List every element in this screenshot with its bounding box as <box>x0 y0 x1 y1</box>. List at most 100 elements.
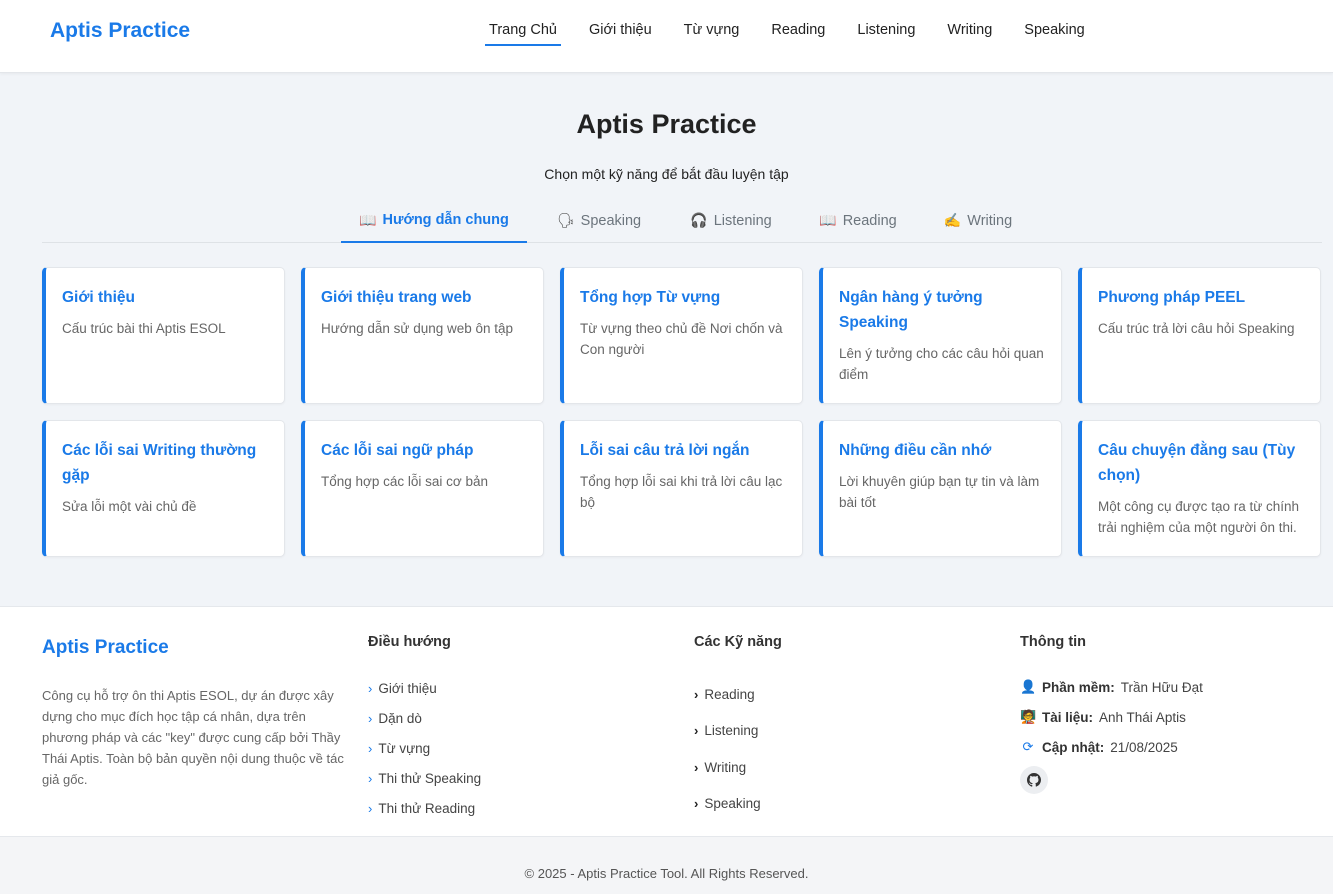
card-peel-method[interactable]: Phương pháp PEEL Cấu trúc trả lời câu hỏ… <box>1078 267 1321 404</box>
card-website-intro[interactable]: Giới thiệu trang web Hướng dẫn sử dụng w… <box>301 267 544 404</box>
card-description: Cấu trúc bài thi Aptis ESOL <box>62 321 226 336</box>
open-book-icon: 📖 <box>359 211 377 228</box>
main-nav: Trang Chủ Giới thiệu Từ vựng Reading Lis… <box>485 22 1089 46</box>
footer-about-text: Công cụ hỗ trợ ôn thi Aptis ESOL, dự án … <box>42 688 344 787</box>
footer-brand: Aptis Practice <box>42 637 169 658</box>
card-writing-mistakes[interactable]: Các lỗi sai Writing thường gặp Sửa lỗi m… <box>42 420 285 557</box>
tab-reading[interactable]: 📖 Reading <box>802 199 914 242</box>
card-title: Lỗi sai câu trả lời ngắn <box>580 442 750 459</box>
footer-nav-link[interactable]: › Dặn dò <box>368 703 481 733</box>
page-subtitle: Chọn một kỹ năng để bắt đầu luyện tập <box>544 166 789 182</box>
footer-skill-link[interactable]: › Writing <box>694 749 761 786</box>
card-title: Các lỗi sai Writing thường gặp <box>62 442 257 484</box>
footer-skill-link[interactable]: › Speaking <box>694 786 761 823</box>
chevron-right-icon: › <box>694 796 699 812</box>
tab-label: Speaking <box>580 212 642 229</box>
info-value: 21/08/2025 <box>1110 739 1178 755</box>
tab-general-guide[interactable]: 📖 Hướng dẫn chung <box>341 199 527 243</box>
card-title: Ngân hàng ý tưởng Speaking <box>839 289 983 331</box>
chevron-right-icon: › <box>694 723 699 739</box>
card-title: Giới thiệu trang web <box>321 289 472 306</box>
footer-skills-heading: Các Kỹ năng <box>694 634 782 650</box>
card-title: Tổng hợp Từ vựng <box>580 289 721 306</box>
footer-skills-list: › Reading › Listening › Writing › Speaking <box>694 676 761 822</box>
info-software: 👤 Phần mềm: Trần Hữu Đạt <box>1020 672 1203 702</box>
footer-info-heading: Thông tin <box>1020 634 1087 650</box>
info-value: Anh Thái Aptis <box>1099 709 1186 725</box>
tab-writing[interactable]: ✍ Writing <box>926 199 1030 242</box>
skill-tabs: 📖 Hướng dẫn chung 🗣 Speaking 🎧 Listening… <box>42 199 1322 243</box>
info-label: Tài liệu: <box>1042 709 1094 725</box>
footer-skill-link[interactable]: › Listening <box>694 713 761 750</box>
headphones-icon: 🎧 <box>690 212 708 228</box>
footer-skill-link[interactable]: › Reading <box>694 676 761 713</box>
card-things-to-remember[interactable]: Những điều cần nhớ Lời khuyên giúp bạn t… <box>819 420 1062 557</box>
card-introduction[interactable]: Giới thiệu Cấu trúc bài thi Aptis ESOL <box>42 267 285 404</box>
nav-writing[interactable]: Writing <box>943 22 996 46</box>
info-value: Trần Hữu Đạt <box>1120 679 1203 695</box>
footer-nav-heading: Điều hướng <box>368 634 451 650</box>
site-footer: Aptis Practice Công cụ hỗ trợ ôn thi Apt… <box>0 606 1333 836</box>
card-description: Lên ý tưởng cho các câu hỏi quan điểm <box>839 346 1044 382</box>
card-title: Giới thiệu <box>62 289 136 306</box>
tab-label: Hướng dẫn chung <box>382 212 509 228</box>
github-icon-svg <box>1027 773 1041 787</box>
card-description: Sửa lỗi một vài chủ đề <box>62 499 197 514</box>
card-title: Câu chuyện đằng sau (Tùy chọn) <box>1098 442 1296 484</box>
info-label: Cập nhật: <box>1042 739 1105 755</box>
tab-listening[interactable]: 🎧 Listening <box>674 199 788 242</box>
chevron-right-icon: › <box>368 710 373 726</box>
tab-label: Writing <box>967 212 1013 229</box>
card-vocabulary-summary[interactable]: Tổng hợp Từ vựng Từ vựng theo chủ đề Nơi… <box>560 267 803 404</box>
info-materials: 🧑‍🏫 Tài liệu: Anh Thái Aptis <box>1020 702 1203 732</box>
nav-reading[interactable]: Reading <box>767 22 829 46</box>
refresh-icon: ⟳ <box>1022 739 1034 754</box>
card-description: Từ vựng theo chủ đề Nơi chốn và Con ngườ… <box>580 321 783 357</box>
copyright-bar <box>0 836 1333 894</box>
open-book-icon: 📖 <box>819 212 837 228</box>
nav-home[interactable]: Trang Chủ <box>485 22 561 46</box>
nav-speaking[interactable]: Speaking <box>1020 22 1088 46</box>
nav-listening[interactable]: Listening <box>853 22 919 46</box>
tab-speaking[interactable]: 🗣 Speaking <box>544 199 654 242</box>
card-description: Hướng dẫn sử dụng web ôn tập <box>321 321 514 336</box>
card-description: Cấu trúc trả lời câu hỏi Speaking <box>1098 321 1295 336</box>
chevron-right-icon: › <box>368 680 373 696</box>
chevron-right-icon: › <box>368 740 373 756</box>
card-speaking-ideas[interactable]: Ngân hàng ý tưởng Speaking Lên ý tưởng c… <box>819 267 1062 404</box>
card-short-answer-mistakes[interactable]: Lỗi sai câu trả lời ngắn Tổng hợp lỗi sa… <box>560 420 803 557</box>
footer-nav-link[interactable]: › Giới thiệu <box>368 673 481 703</box>
github-icon[interactable] <box>1020 766 1048 794</box>
card-backstory[interactable]: Câu chuyện đằng sau (Tùy chọn) Một công … <box>1078 420 1321 557</box>
chevron-right-icon: › <box>694 759 699 775</box>
link-label: Giới thiệu <box>378 680 437 696</box>
nav-intro[interactable]: Giới thiệu <box>585 22 656 46</box>
nav-vocabulary[interactable]: Từ vựng <box>680 22 744 46</box>
info-updated: ⟳ Cập nhật: 21/08/2025 <box>1020 732 1203 762</box>
footer-nav-link[interactable]: › Từ vựng <box>368 733 481 763</box>
guide-card-grid: Giới thiệu Cấu trúc bài thi Aptis ESOL G… <box>42 267 1322 557</box>
brand-logo[interactable]: Aptis Practice <box>50 19 190 43</box>
footer-nav-link[interactable]: › Thi thử Reading <box>368 793 481 823</box>
tab-label: Listening <box>713 212 772 229</box>
card-description: Lời khuyên giúp bạn tự tin và làm bài tố… <box>839 474 1040 510</box>
site-header: Aptis Practice Trang Chủ Giới thiệu Từ v… <box>0 0 1333 73</box>
card-description: Tổng hợp các lỗi sai cơ bản <box>321 474 489 489</box>
user-icon: 👤 <box>1020 679 1037 694</box>
info-label: Phần mềm: <box>1042 679 1115 695</box>
tab-label: Reading <box>842 212 897 229</box>
chevron-right-icon: › <box>368 800 373 816</box>
card-description: Một công cụ được tạo ra từ chính trải ng… <box>1098 499 1300 535</box>
chevron-right-icon: › <box>694 686 699 702</box>
link-label: Dặn dò <box>378 710 422 726</box>
card-title: Các lỗi sai ngữ pháp <box>321 442 474 459</box>
footer-nav-link[interactable]: › Thi thử Speaking <box>368 763 481 793</box>
link-label: Thi thử Reading <box>378 800 476 816</box>
card-title: Phương pháp PEEL <box>1098 289 1246 306</box>
link-label: Speaking <box>704 796 761 812</box>
footer-nav-list: › Giới thiệu › Dặn dò › Từ vựng › Thi thử Sp… <box>368 673 481 823</box>
card-grammar-mistakes[interactable]: Các lỗi sai ngữ pháp Tổng hợp các lỗi sa… <box>301 420 544 557</box>
link-label: Listening <box>704 723 759 739</box>
writing-hand-icon: ✍ <box>943 212 962 228</box>
card-title: Những điều cần nhớ <box>839 442 992 459</box>
